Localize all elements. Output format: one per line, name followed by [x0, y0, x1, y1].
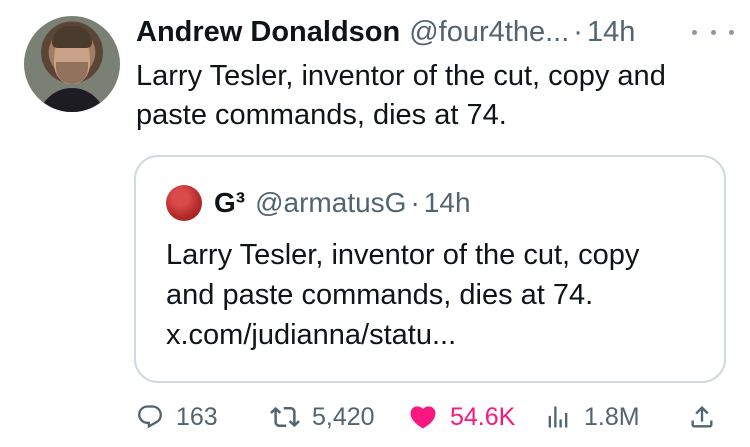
views-button[interactable]: 1.8M	[544, 395, 640, 439]
tweet-header: Andrew Donaldson @four4the... · 14h	[136, 12, 635, 52]
quoted-tweet-time[interactable]: 14h	[424, 187, 471, 219]
reply-icon	[136, 403, 164, 431]
retweet-count: 5,420	[312, 402, 375, 431]
reply-button[interactable]: 163	[136, 395, 218, 439]
more-dot	[710, 29, 716, 35]
like-button[interactable]: 54.6K	[408, 395, 515, 439]
tweet-time[interactable]: 14h	[587, 16, 635, 49]
quoted-author-handle[interactable]: @armatusG	[255, 187, 406, 219]
quoted-tweet[interactable]: G³ @armatusG · 14h Larry Tesler, invento…	[134, 155, 726, 383]
author-name[interactable]: Andrew Donaldson	[136, 16, 400, 49]
views-count: 1.8M	[584, 402, 640, 431]
share-button[interactable]	[688, 395, 716, 439]
like-count: 54.6K	[450, 402, 516, 431]
views-icon	[544, 403, 572, 431]
separator: ·	[410, 187, 420, 218]
retweet-icon	[270, 402, 300, 432]
more-icon[interactable]	[692, 26, 734, 38]
more-dot	[692, 29, 697, 35]
quoted-text-line: Larry Tesler, inventor of the cut, copy	[166, 239, 640, 271]
quoted-author-avatar[interactable]	[166, 185, 202, 221]
reply-count: 163	[176, 402, 218, 431]
avatar-hair	[52, 26, 92, 48]
quoted-author-name[interactable]: G³	[214, 187, 245, 219]
retweet-button[interactable]: 5,420	[270, 395, 375, 439]
author-avatar[interactable]	[24, 16, 120, 112]
quoted-tweet-header: G³ @armatusG · 14h	[214, 183, 471, 223]
share-icon	[688, 403, 716, 431]
action-bar: 163 5,420 54.6K 1.8M	[0, 395, 750, 439]
quoted-link[interactable]: x.com/judianna/statu...	[166, 315, 711, 355]
avatar-shirt	[38, 88, 106, 112]
quoted-text-line: and paste commands, dies at 74.	[166, 279, 594, 311]
tweet[interactable]: Andrew Donaldson @four4the... · 14h Larr…	[0, 0, 750, 447]
tweet-text: Larry Tesler, inventor of the cut, copy …	[136, 60, 666, 131]
quoted-tweet-text: Larry Tesler, inventor of the cut, copy …	[166, 235, 711, 355]
more-dot	[729, 29, 734, 35]
author-handle[interactable]: @four4the...	[409, 16, 569, 49]
separator: ·	[573, 15, 583, 48]
heart-icon	[408, 402, 438, 432]
